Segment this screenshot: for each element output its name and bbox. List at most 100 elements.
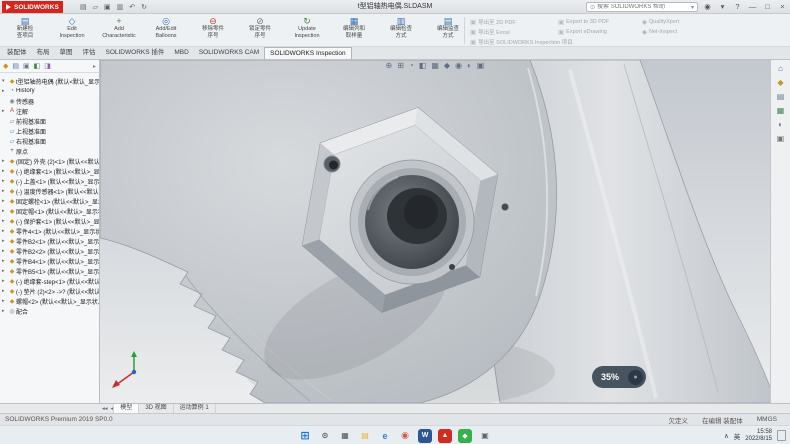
edge-browser-icon[interactable]: e xyxy=(378,429,392,443)
tab-layout[interactable]: 布局 xyxy=(32,47,55,59)
minimize-button[interactable]: — xyxy=(745,0,760,14)
options-dropdown-icon[interactable]: ▾ xyxy=(715,0,730,14)
user-account-icon[interactable]: ◉ xyxy=(700,0,715,14)
solidworks-taskbar-icon[interactable]: ▲ xyxy=(438,429,452,443)
tree-item-component[interactable]: ▸ ◆ 零件B2<1> (默认<<默认>_显示... xyxy=(0,236,99,246)
tab-model[interactable]: 模型 xyxy=(113,404,139,414)
search-input[interactable] xyxy=(597,4,689,10)
export-edrawing-button[interactable]: ▣ Export eDrawing xyxy=(558,28,607,36)
custom-properties-tab[interactable]: ▣ xyxy=(777,134,785,143)
new-document-icon[interactable]: ▤ xyxy=(80,3,87,11)
tree-item-component[interactable]: ▸ ◆ (-) 绝缘套<1> (默认<<默认>_显... xyxy=(0,166,99,176)
tree-item-annotations[interactable]: ▸ A 注解 xyxy=(0,106,99,116)
design-library-tab[interactable]: ◆ xyxy=(777,78,783,87)
tab-solidworks-inspection[interactable]: SOLIDWORKS Inspection xyxy=(264,47,352,59)
chevron-down-icon[interactable]: ▾ xyxy=(691,4,694,11)
view-palette-tab[interactable]: ▦ xyxy=(777,106,785,115)
model-canvas[interactable] xyxy=(100,60,770,403)
display-manager-tab-icon[interactable]: ◨ xyxy=(44,62,51,70)
help-button[interactable]: ? xyxy=(730,0,745,14)
add-characteristic-button[interactable]: + Add Characteristic xyxy=(96,14,142,47)
graphics-viewport[interactable]: ⊕ ⊞ ◔ ◧ ▦ ◆ ◉ ◐ ▣ 35% ● xyxy=(100,60,770,403)
tray-chevron-icon[interactable]: ∧ xyxy=(724,432,729,440)
tab-mbd[interactable]: MBD xyxy=(169,47,193,59)
tab-3d-views[interactable]: 3D 视图 xyxy=(139,404,173,414)
task-view-button[interactable]: ▦ xyxy=(338,429,352,443)
tree-item-component[interactable]: ▸ ◆ (固定) 外壳 (2)<1> (默认<<默认>_显示状态 xyxy=(0,156,99,166)
edit-inspection-button[interactable]: ◇ Edit Inspection xyxy=(49,14,95,47)
qualityxpert-button[interactable]: ◆ QualityXpert xyxy=(642,18,679,26)
dimxpert-manager-tab-icon[interactable]: ◧ xyxy=(34,62,41,70)
display-style-icon[interactable]: ◆ xyxy=(444,61,450,70)
solidworks-logo[interactable]: SOLIDWORKS xyxy=(2,1,63,13)
start-button[interactable]: ⊞ xyxy=(298,429,312,443)
status-units[interactable]: MMGS xyxy=(757,416,777,423)
save-icon[interactable]: ▣ xyxy=(104,3,111,11)
section-view-icon[interactable]: ◧ xyxy=(419,61,427,70)
input-language-indicator[interactable]: 英 xyxy=(734,431,741,441)
hide-show-items-icon[interactable]: ◉ xyxy=(455,61,462,70)
tree-item-component[interactable]: ▸ ◆ 螺帽<2> (默认<<默认>_显示状... xyxy=(0,296,99,306)
tree-item-component[interactable]: ▸ ◆ 零件B2<2> (默认<<默认>_显示... xyxy=(0,246,99,256)
edit-columns-button[interactable]: ▦ 编辑列和 取样量 xyxy=(331,14,377,47)
chat-app-icon[interactable]: ◆ xyxy=(458,429,472,443)
notification-center-icon[interactable] xyxy=(777,430,786,441)
configuration-manager-tab-icon[interactable]: ▣ xyxy=(23,62,30,70)
chrome-browser-icon[interactable]: ◉ xyxy=(398,429,412,443)
tree-root-assembly[interactable]: ▾ ◆ t型铝轴热电偶 (默认<默认_显示状态-1>) xyxy=(0,76,99,86)
tab-solidworks-cam[interactable]: SOLIDWORKS CAM xyxy=(194,47,264,59)
overlay-knob-icon[interactable]: ● xyxy=(628,370,643,385)
tree-item-component[interactable]: ▸ ◆ (-) 绝缘套-step<1> (默认<<默认... xyxy=(0,276,99,286)
word-icon[interactable]: W xyxy=(418,429,432,443)
scene-settings-icon[interactable]: ▣ xyxy=(477,61,485,70)
tree-item-front-plane[interactable]: ▱ 前视基准面 xyxy=(0,116,99,126)
tree-item-top-plane[interactable]: ▱ 上视基准面 xyxy=(0,126,99,136)
tab-motion-study-1[interactable]: 运动算例 1 xyxy=(174,404,216,414)
property-manager-tab-icon[interactable]: ▤ xyxy=(12,62,19,70)
open-document-icon[interactable]: ▱ xyxy=(93,3,98,11)
file-explorer-icon[interactable]: ▤ xyxy=(358,429,372,443)
add-edit-balloons-button[interactable]: ◎ Add/Edit Balloons xyxy=(143,14,189,47)
tree-item-component[interactable]: ▸ ◆ (-) 垫片 (2)<2> ->? (默认<<默认... xyxy=(0,286,99,296)
edit-inspection-method-button[interactable]: ▥ 编辑检查 方式 xyxy=(378,14,424,47)
panel-collapse-icon[interactable]: ▸ xyxy=(93,63,96,70)
tree-item-component[interactable]: ▸ ◆ 零件4<1> (默认<<默认>_显示状... xyxy=(0,226,99,236)
tree-item-component[interactable]: ▸ ◆ (-) 上盖<1> (默认<<默认>_显示状... xyxy=(0,176,99,186)
export-2d-pdf-button[interactable]: ▣ 导出至 2D PDF xyxy=(470,18,516,26)
tree-item-component[interactable]: ▸ ◆ (-) 保护套<1> (默认<<默认>_显... xyxy=(0,216,99,226)
tree-item-mates[interactable]: ▸ ◎ 配合 xyxy=(0,306,99,316)
tab-evaluate[interactable]: 评估 xyxy=(78,47,101,59)
tab-sketch[interactable]: 草图 xyxy=(55,47,78,59)
tree-item-component[interactable]: ▸ ◆ 零件B4<1> (默认<<默认>_显示... xyxy=(0,256,99,266)
tab-assembly[interactable]: 装配体 xyxy=(2,47,32,59)
close-button[interactable]: × xyxy=(775,0,790,14)
previous-view-icon[interactable]: ◔ xyxy=(409,61,414,70)
zoom-level-badge[interactable]: 35% ● xyxy=(592,366,646,388)
tree-item-component[interactable]: ▸ ◆ (-) 温度传感器<1> (默认<<默认>... xyxy=(0,186,99,196)
rebuild-icon[interactable]: ↻ xyxy=(141,3,147,11)
model-center-bore[interactable] xyxy=(350,160,474,284)
undo-icon[interactable]: ↶ xyxy=(129,3,135,11)
tree-item-sensors[interactable]: ◉ 传感器 xyxy=(0,96,99,106)
maximize-button[interactable]: □ xyxy=(760,0,775,14)
tree-item-origin[interactable]: + 原点 xyxy=(0,146,99,156)
new-inspection-project-button[interactable]: ▤ 新建检 查项目 xyxy=(2,14,48,47)
model-small-hole[interactable] xyxy=(502,204,509,211)
export-excel-button[interactable]: ▣ 导出至 Excel xyxy=(470,28,510,36)
tree-item-component[interactable]: ▸ ◆ 固定帽<1> (默认<<默认>_显示状... xyxy=(0,206,99,216)
update-inspection-button[interactable]: ↻ Update Inspection xyxy=(284,14,330,47)
feature-manager-tab-icon[interactable]: ◆ xyxy=(3,62,8,70)
tree-item-right-plane[interactable]: ▱ 右视基准面 xyxy=(0,136,99,146)
tree-item-component[interactable]: ▸ ◆ 零件B5<1> (默认<<默认>_显示... xyxy=(0,266,99,276)
clock[interactable]: 15:58 2022/8/15 xyxy=(745,429,772,443)
export-sw-inspection-project-button[interactable]: ▣ 导出至 SOLIDWORKS Inspection 项目 xyxy=(470,38,573,46)
edit-appearance-icon[interactable]: ◐ xyxy=(467,61,472,70)
lock-balloons-button[interactable]: ⊘ 锁定零件 序号 xyxy=(237,14,283,47)
appearances-tab[interactable]: ◐ xyxy=(778,120,783,129)
view-orientation-icon[interactable]: ▦ xyxy=(431,61,439,70)
taskbar-search-button[interactable]: ⊙ xyxy=(318,429,332,443)
export-3d-pdf-button[interactable]: ▣ Export to 3D PDF xyxy=(558,18,609,26)
tree-item-component[interactable]: ▸ ◆ 固定螺栓<1> (默认<<默认>_显示... xyxy=(0,196,99,206)
sw-resources-tab[interactable]: ⌂ xyxy=(778,64,783,73)
settings-icon[interactable]: ▣ xyxy=(478,429,492,443)
